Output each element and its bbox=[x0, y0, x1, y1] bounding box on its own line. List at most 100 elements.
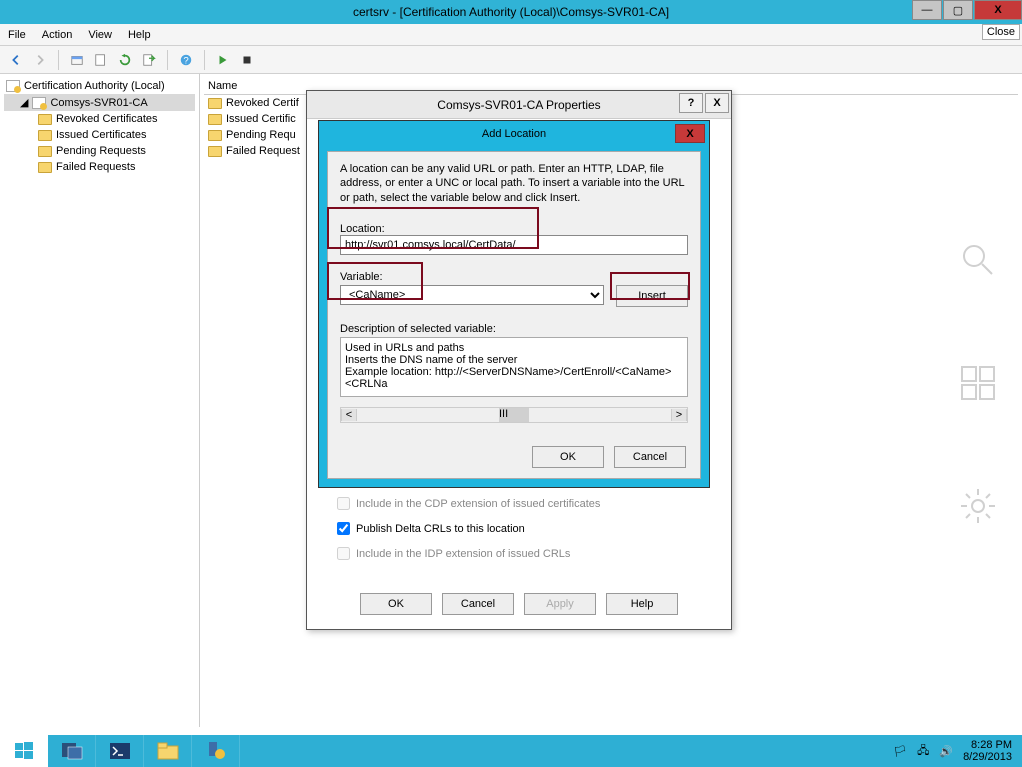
folder-icon bbox=[208, 114, 222, 125]
toolbar-sep3 bbox=[204, 50, 205, 70]
tree-pane: Certification Authority (Local) ◢ Comsys… bbox=[0, 74, 200, 727]
folder-icon bbox=[208, 146, 222, 157]
taskbar-server-manager[interactable] bbox=[48, 735, 96, 767]
tree-root[interactable]: Certification Authority (Local) bbox=[4, 78, 195, 94]
tree-node-label: Revoked Certificates bbox=[56, 113, 158, 125]
properties-apply-button: Apply bbox=[524, 593, 596, 615]
add-location-cancel-button[interactable]: Cancel bbox=[614, 446, 686, 468]
properties-button[interactable] bbox=[91, 50, 111, 70]
location-input[interactable] bbox=[340, 235, 688, 255]
list-item-label: Revoked Certif bbox=[226, 97, 299, 109]
checkbox-idp[interactable]: Include in the IDP extension of issued C… bbox=[337, 541, 711, 566]
tray-sound-icon[interactable]: 🔊 bbox=[939, 745, 953, 758]
desc-line2: Inserts the DNS name of the server bbox=[345, 354, 683, 366]
close-button[interactable]: X bbox=[974, 0, 1022, 20]
properties-titlebar: Comsys-SVR01-CA Properties ? X bbox=[307, 91, 731, 119]
taskbar-powershell[interactable] bbox=[96, 735, 144, 767]
properties-help-button[interactable]: ? bbox=[679, 93, 703, 113]
tree-node-issued[interactable]: Issued Certificates bbox=[4, 127, 195, 143]
forward-button[interactable] bbox=[30, 50, 50, 70]
description-label: Description of selected variable: bbox=[340, 323, 688, 335]
ca-icon bbox=[32, 97, 46, 109]
add-location-dialog: Add Location X A location can be any val… bbox=[318, 120, 710, 488]
add-location-ok-button[interactable]: OK bbox=[532, 446, 604, 468]
help-button[interactable]: ? bbox=[176, 50, 196, 70]
taskbar-explorer[interactable] bbox=[144, 735, 192, 767]
folder-icon bbox=[38, 162, 52, 173]
window-buttons: — ▢ X bbox=[911, 0, 1022, 20]
tray-network-icon[interactable]: 🖧 bbox=[917, 742, 929, 761]
system-tray: 🏳 🖧 🔊 8:28 PM 8/29/2013 bbox=[893, 739, 1022, 763]
properties-ok-button[interactable]: OK bbox=[360, 593, 432, 615]
toolbar: ? bbox=[0, 46, 1022, 74]
tree-node-failed[interactable]: Failed Requests bbox=[4, 159, 195, 175]
tree-ca-label: Comsys-SVR01-CA bbox=[50, 97, 147, 109]
folder-icon bbox=[38, 146, 52, 157]
cert-auth-icon bbox=[6, 80, 20, 92]
taskbar[interactable]: 🏳 🖧 🔊 8:28 PM 8/29/2013 bbox=[0, 735, 1022, 767]
taskbar-certsrv[interactable] bbox=[192, 735, 240, 767]
clock-time: 8:28 PM bbox=[963, 739, 1012, 751]
checkbox-cdp[interactable]: Include in the CDP extension of issued c… bbox=[337, 491, 711, 516]
run-button[interactable] bbox=[213, 50, 233, 70]
folder-icon bbox=[208, 130, 222, 141]
tree-node-revoked[interactable]: Revoked Certificates bbox=[4, 111, 195, 127]
tree-root-label: Certification Authority (Local) bbox=[24, 80, 165, 92]
add-location-buttons: OK Cancel bbox=[532, 446, 686, 468]
checkbox-idp-input bbox=[337, 547, 350, 560]
description-scrollbar[interactable]: < III > bbox=[340, 407, 688, 423]
menu-help[interactable]: Help bbox=[128, 29, 151, 41]
tree-node-label: Pending Requests bbox=[56, 145, 146, 157]
tray-flag-icon[interactable]: 🏳 bbox=[893, 745, 907, 758]
properties-close-button[interactable]: X bbox=[705, 93, 729, 113]
toolbar-sep bbox=[58, 50, 59, 70]
variable-select[interactable]: <CaName> bbox=[340, 285, 604, 305]
properties-title: Comsys-SVR01-CA Properties bbox=[437, 98, 600, 112]
window-titlebar: certsrv - [Certification Authority (Loca… bbox=[0, 0, 1022, 24]
svg-text:?: ? bbox=[183, 55, 188, 66]
export-button[interactable] bbox=[139, 50, 159, 70]
tray-clock[interactable]: 8:28 PM 8/29/2013 bbox=[963, 739, 1012, 763]
properties-cancel-button[interactable]: Cancel bbox=[442, 593, 514, 615]
scroll-right[interactable]: > bbox=[671, 409, 687, 421]
checkbox-delta-input[interactable] bbox=[337, 522, 350, 535]
back-button[interactable] bbox=[6, 50, 26, 70]
settings-charm-icon[interactable] bbox=[958, 486, 998, 529]
refresh-button[interactable] bbox=[115, 50, 135, 70]
tree-node-label: Issued Certificates bbox=[56, 129, 146, 141]
window-title: certsrv - [Certification Authority (Loca… bbox=[353, 5, 669, 19]
checkbox-cdp-label: Include in the CDP extension of issued c… bbox=[356, 498, 600, 510]
folder-icon bbox=[208, 98, 222, 109]
close-tooltip: Close bbox=[982, 24, 1020, 40]
insert-button[interactable]: Insert bbox=[616, 285, 688, 307]
tree-ca[interactable]: ◢ Comsys-SVR01-CA bbox=[4, 94, 195, 111]
scroll-thumb[interactable]: III bbox=[499, 408, 529, 422]
scroll-left[interactable]: < bbox=[341, 409, 357, 421]
checkbox-cdp-input bbox=[337, 497, 350, 510]
menu-bar: File Action View Help bbox=[0, 24, 1022, 46]
menu-action[interactable]: Action bbox=[42, 29, 73, 41]
list-item-label: Pending Requ bbox=[226, 129, 296, 141]
start-button[interactable] bbox=[0, 735, 48, 767]
add-location-body: A location can be any valid URL or path.… bbox=[327, 151, 701, 479]
search-charm-icon[interactable] bbox=[958, 240, 998, 283]
clock-date: 8/29/2013 bbox=[963, 751, 1012, 763]
add-location-close-button[interactable]: X bbox=[675, 124, 705, 143]
properties-buttons: OK Cancel Apply Help bbox=[307, 593, 731, 615]
add-location-titlebar[interactable]: Add Location X bbox=[319, 121, 709, 147]
menu-file[interactable]: File bbox=[8, 29, 26, 41]
start-charm-icon[interactable] bbox=[958, 363, 998, 406]
maximize-button[interactable]: ▢ bbox=[943, 0, 973, 20]
desc-line3: Example location: http://<ServerDNSName>… bbox=[345, 366, 683, 390]
stop-button[interactable] bbox=[237, 50, 257, 70]
checkbox-delta[interactable]: Publish Delta CRLs to this location bbox=[337, 516, 711, 541]
folder-icon bbox=[38, 114, 52, 125]
tree-node-pending[interactable]: Pending Requests bbox=[4, 143, 195, 159]
properties-help-button2[interactable]: Help bbox=[606, 593, 678, 615]
location-label: Location: bbox=[340, 223, 688, 235]
minimize-button[interactable]: — bbox=[912, 0, 942, 20]
list-item-label: Failed Request bbox=[226, 145, 300, 157]
folder-icon bbox=[38, 130, 52, 141]
up-button[interactable] bbox=[67, 50, 87, 70]
menu-view[interactable]: View bbox=[88, 29, 112, 41]
